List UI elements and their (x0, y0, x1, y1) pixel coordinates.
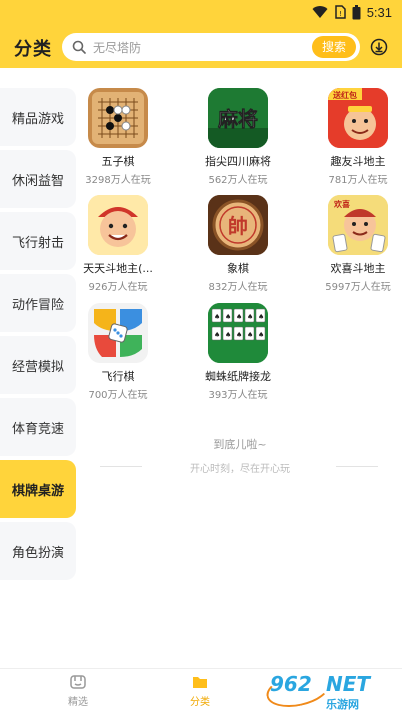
svg-text:♠: ♠ (236, 313, 242, 321)
game-player-count: 926万人在玩 (88, 282, 148, 293)
category-icon (193, 677, 207, 688)
sidebar-item-label: 精品游戏 (11, 111, 64, 127)
game-player-count: 700万人在玩 (88, 390, 148, 401)
status-bar: ! 5:31 (0, 0, 402, 24)
mahjong-icon-text: 麻将 (217, 107, 258, 131)
game-player-count: 562万人在玩 (208, 175, 268, 186)
list-end-text: 到底儿啦~ (213, 438, 267, 451)
gomoku-icon (88, 88, 148, 148)
search-placeholder: 无尽塔防 (93, 41, 142, 55)
game-card[interactable]: 欢喜 欢喜斗地主 5997万人在玩 (306, 195, 402, 293)
sidebar-item-label: 经营模拟 (11, 359, 64, 375)
chinese-chess-icon: 帥 (208, 195, 268, 255)
game-name: 飞行棋 (101, 370, 135, 383)
svg-text:♠: ♠ (258, 331, 264, 339)
game-name: 欢喜斗地主 (330, 262, 386, 275)
game-player-count: 3298万人在玩 (85, 175, 151, 186)
watermark-domain: NET (326, 672, 371, 696)
site-watermark-logo: 962 NET 乐游网 (262, 667, 402, 714)
game-player-count: 781万人在玩 (328, 175, 388, 186)
svg-text:!: ! (339, 10, 342, 18)
nav-item-category[interactable]: 分类 (170, 673, 230, 708)
game-name: 天天斗地主(... (83, 262, 153, 275)
svg-text:♠: ♠ (225, 313, 231, 321)
sidebar-item-board-card[interactable]: 棋牌桌游 (0, 460, 76, 518)
divider (100, 466, 142, 467)
nav-label: 分类 (190, 697, 210, 708)
game-player-count: 832万人在玩 (208, 282, 268, 293)
svg-text:♠: ♠ (258, 313, 264, 321)
happy-landlord-icon: 欢喜 (328, 195, 388, 255)
game-card[interactable]: 麻将 指尖四川麻将 562万人在玩 (186, 88, 290, 186)
game-player-count: 5997万人在玩 (325, 282, 391, 293)
sidebar-item-sports[interactable]: 体育竞速 (0, 398, 76, 456)
svg-text:♠: ♠ (214, 331, 220, 339)
sidebar-item-featured[interactable]: 精品游戏 (0, 88, 76, 146)
game-name: 象棋 (227, 262, 249, 275)
watermark-number: 962 (270, 672, 312, 696)
game-card[interactable]: ♠ ♠ ♠ ♠ ♠ ♠ ♠ ♠ ♠ ♠ 蜘蛛纸牌接龙 393万人在玩 (186, 303, 290, 401)
status-time: 5:31 (366, 4, 392, 20)
sidebar-item-label: 动作冒险 (11, 297, 64, 313)
nav-label: 精选 (68, 697, 88, 708)
svg-text:♠: ♠ (214, 313, 220, 321)
list-end-subtext: 开心时刻，尽在开心玩 (190, 464, 290, 475)
game-card[interactable]: 五子棋 3298万人在玩 (66, 88, 170, 186)
sidebar-item-label: 飞行射击 (11, 235, 64, 251)
ludo-icon (88, 303, 148, 363)
wifi-icon (312, 6, 328, 19)
game-name: 五子棋 (101, 155, 135, 168)
game-card[interactable]: 帥 象棋 832万人在玩 (186, 195, 290, 293)
spider-solitaire-icon: ♠ ♠ ♠ ♠ ♠ ♠ ♠ ♠ ♠ ♠ (208, 303, 268, 363)
game-card[interactable]: 飞行棋 700万人在玩 (66, 303, 170, 401)
download-icon[interactable] (370, 38, 388, 56)
sidebar-item-action[interactable]: 动作冒险 (0, 274, 76, 332)
sidebar-item-shooter[interactable]: 飞行射击 (0, 212, 76, 270)
featured-icon (70, 675, 86, 689)
sidebar-item-simulation[interactable]: 经营模拟 (0, 336, 76, 394)
sidebar-item-label: 棋牌桌游 (11, 483, 64, 499)
search-icon (72, 40, 86, 54)
chess-piece-text: 帥 (228, 214, 248, 238)
game-name: 蜘蛛纸牌接龙 (205, 370, 271, 383)
watermark-text: 乐游网 (326, 698, 359, 711)
svg-text:♠: ♠ (236, 331, 242, 339)
happy-landlord-badge: 欢喜 (333, 199, 350, 209)
game-name: 趣友斗地主 (330, 155, 386, 168)
game-card[interactable]: 送红包 趣友斗地主 781万人在玩 (306, 88, 402, 186)
sidebar-item-casual[interactable]: 休闲益智 (0, 150, 76, 208)
svg-text:♠: ♠ (247, 331, 253, 339)
svg-text:♠: ♠ (247, 313, 253, 321)
sidebar-item-label: 体育竞速 (11, 421, 64, 437)
sidebar-item-label: 休闲益智 (11, 173, 64, 189)
battery-icon (352, 4, 361, 19)
divider (336, 466, 378, 467)
sim-no-signal-icon: ! (334, 5, 346, 19)
landlord-face-icon (88, 195, 148, 255)
search-button[interactable]: 搜索 (312, 36, 356, 58)
search-input[interactable]: 无尽塔防 搜索 (62, 33, 360, 61)
landlord-icon-badge: 送红包 (332, 90, 357, 100)
game-name: 指尖四川麻将 (205, 155, 271, 168)
mahjong-icon: 麻将 (208, 88, 268, 148)
game-card[interactable]: 天天斗地主(... 926万人在玩 (66, 195, 170, 293)
game-player-count: 393万人在玩 (208, 390, 268, 401)
nav-item-featured[interactable]: 精选 (48, 673, 108, 708)
page-title: 分类 (14, 39, 52, 60)
svg-text:♠: ♠ (225, 331, 231, 339)
sidebar-item-label: 角色扮演 (11, 545, 64, 561)
sidebar-item-rpg[interactable]: 角色扮演 (0, 522, 76, 580)
landlord-icon: 送红包 (328, 88, 388, 148)
